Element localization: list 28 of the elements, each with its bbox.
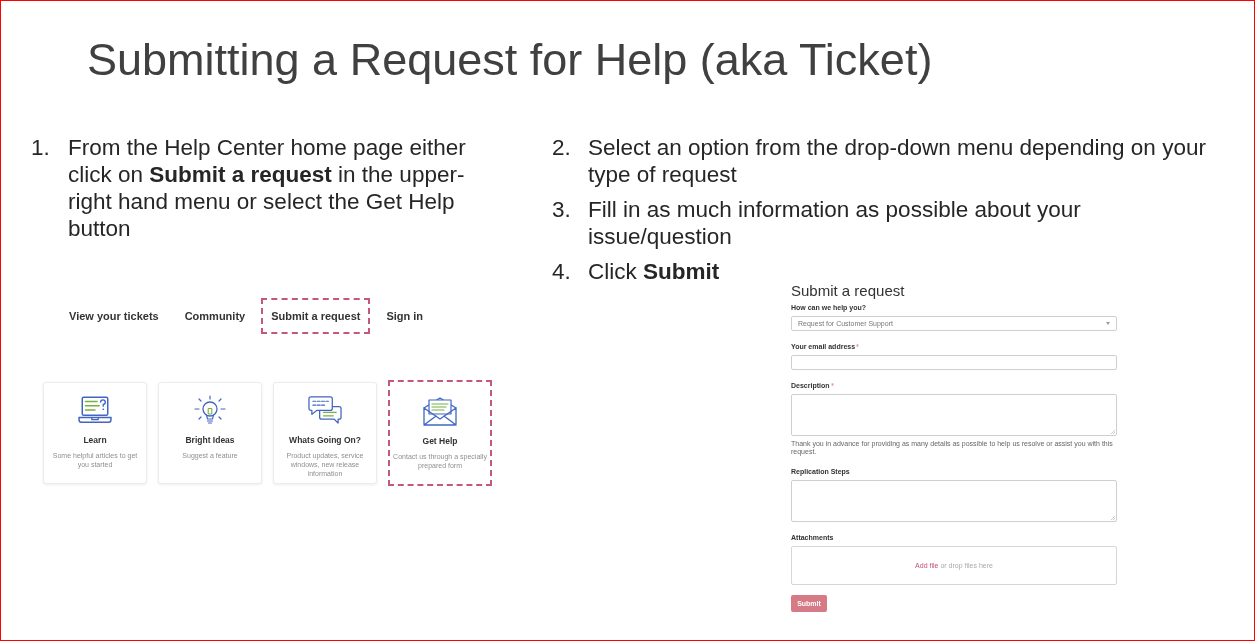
- card-title: Bright Ideas: [185, 435, 235, 446]
- slide-title: Submitting a Request for Help (aka Ticket): [87, 35, 933, 85]
- card-title: Get Help: [422, 436, 458, 447]
- lightbulb-icon: [193, 395, 227, 425]
- step-text: From the Help Center home page either click on Submit a request in the upper-right hand menu or select the Get Help button: [68, 134, 467, 242]
- step-number: 4.: [552, 258, 572, 285]
- step-number: 3.: [552, 196, 572, 223]
- step-number: 1.: [31, 134, 51, 161]
- nav-link[interactable]: View your tickets: [59, 298, 169, 334]
- step-text: Click Submit: [588, 258, 721, 285]
- nav-link[interactable]: Community: [174, 298, 256, 334]
- textarea-field[interactable]: [791, 480, 1117, 522]
- input-field[interactable]: [791, 355, 1117, 370]
- step-text: Select an option from the drop-down menu depending on your type of request: [588, 134, 1207, 188]
- card-title: Learn: [83, 435, 107, 446]
- step-number: 2.: [552, 134, 572, 161]
- caret-icon: [1106, 322, 1110, 325]
- envelope-icon: [423, 396, 457, 426]
- resize-grip-icon: [1111, 430, 1115, 434]
- chat-bubbles-icon: [308, 395, 342, 425]
- resize-grip-icon: [1111, 516, 1115, 520]
- laptop-icon: [78, 395, 112, 425]
- nav-link[interactable]: Submit a request: [261, 298, 371, 334]
- nav-link[interactable]: Sign in: [376, 298, 434, 334]
- card-title: Whats Going On?: [289, 435, 361, 446]
- textarea-field[interactable]: [791, 394, 1117, 436]
- form-title: Submit a request: [791, 282, 906, 300]
- step-text: Fill in as much information as possible about your issue/question: [588, 196, 1082, 250]
